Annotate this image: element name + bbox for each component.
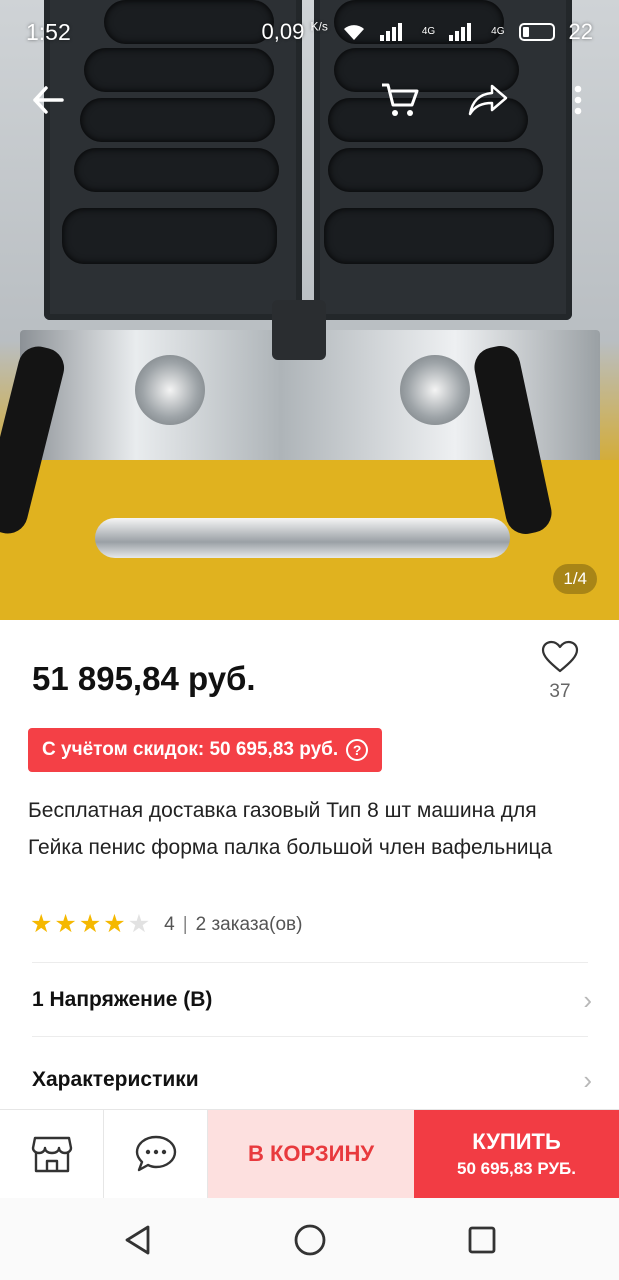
rating-row[interactable]: ★ ★ ★ ★ ★ 4 | 2 заказа(ов) bbox=[30, 912, 302, 937]
divider bbox=[32, 1036, 588, 1037]
chevron-right-icon: › bbox=[583, 1064, 592, 1095]
circle-home-icon bbox=[294, 1224, 326, 1256]
question-icon[interactable]: ? bbox=[346, 739, 369, 761]
buy-price: 50 695,83 РУБ. bbox=[457, 1159, 576, 1178]
specs-row[interactable]: Характеристики › bbox=[32, 1050, 592, 1110]
cart-icon bbox=[382, 83, 419, 116]
network-type-2: 4G bbox=[491, 26, 505, 37]
voltage-label: 1 Напряжение (В) bbox=[32, 988, 213, 1011]
rating-value: 4 bbox=[164, 913, 175, 935]
system-nav-bar bbox=[0, 1198, 619, 1280]
store-icon bbox=[31, 1136, 72, 1173]
bottom-action-bar: В КОРЗИНУ КУПИТЬ 50 695,83 РУБ. bbox=[0, 1109, 619, 1198]
product-title: Бесплатная доставка газовый Тип 8 шт маш… bbox=[28, 799, 553, 859]
more-vertical-icon bbox=[574, 85, 582, 115]
chat-icon bbox=[135, 1135, 176, 1172]
chevron-right-icon: › bbox=[583, 984, 592, 1015]
discount-badge[interactable]: С учётом скидок: 50 695,83 руб. ? bbox=[28, 728, 383, 772]
store-button[interactable] bbox=[0, 1110, 104, 1198]
more-button[interactable] bbox=[552, 74, 604, 126]
share-button[interactable] bbox=[462, 74, 514, 126]
discount-label: С учётом скидок: 50 695,83 руб. bbox=[42, 739, 339, 760]
star-filled-icon: ★ bbox=[54, 910, 77, 938]
heart-icon bbox=[541, 640, 579, 673]
cart-button[interactable] bbox=[374, 74, 426, 126]
triangle-back-icon bbox=[125, 1225, 150, 1255]
chat-button[interactable] bbox=[104, 1110, 208, 1198]
divider bbox=[32, 962, 588, 963]
nav-back-button[interactable] bbox=[116, 1218, 160, 1262]
buy-now-button[interactable]: КУПИТЬ 50 695,83 РУБ. bbox=[414, 1110, 619, 1198]
gallery-counter: 1/4 bbox=[553, 564, 597, 594]
star-empty-icon: ★ bbox=[127, 910, 151, 938]
hinge bbox=[272, 300, 326, 360]
gas-rail bbox=[95, 518, 510, 558]
signal-icon-2 bbox=[449, 23, 472, 41]
star-filled-icon: ★ bbox=[30, 910, 53, 938]
back-button[interactable] bbox=[22, 74, 74, 126]
share-icon bbox=[468, 84, 508, 116]
top-action-bar bbox=[0, 72, 619, 128]
battery-icon bbox=[518, 23, 555, 41]
product-price: 51 895,84 руб. bbox=[32, 660, 256, 697]
nav-recents-button[interactable] bbox=[460, 1218, 504, 1262]
buy-label: КУПИТЬ bbox=[472, 1129, 561, 1154]
status-time: 1:52 bbox=[26, 18, 71, 45]
square-recents-icon bbox=[468, 1226, 496, 1254]
network-type-1: 4G bbox=[421, 26, 436, 37]
star-filled-icon: ★ bbox=[78, 910, 102, 938]
specs-label: Характеристики bbox=[32, 1068, 199, 1091]
wishlist-count: 37 bbox=[549, 681, 571, 702]
signal-icon bbox=[379, 23, 402, 41]
wifi-icon bbox=[343, 25, 364, 40]
network-speed: 0,09 K/s bbox=[261, 19, 328, 44]
battery-level: 22 bbox=[568, 19, 593, 44]
add-to-cart-button[interactable]: В КОРЗИНУ bbox=[208, 1110, 414, 1198]
nav-home-button[interactable] bbox=[288, 1218, 332, 1262]
orders-count: 2 заказа(ов) bbox=[195, 913, 303, 935]
back-arrow-icon bbox=[33, 86, 64, 114]
gas-valve-right bbox=[400, 355, 470, 425]
gas-valve-left bbox=[135, 355, 205, 425]
star-filled-icon: ★ bbox=[103, 910, 126, 938]
status-bar: 1:52 0,09 K/s 4G 4G 22 bbox=[0, 0, 619, 64]
rating-separator: | bbox=[182, 913, 188, 935]
rating-stars: ★ ★ ★ ★ ★ bbox=[30, 912, 150, 937]
voltage-option-row[interactable]: 1 Напряжение (В) › bbox=[32, 970, 592, 1030]
wishlist-button[interactable]: 37 bbox=[530, 640, 590, 720]
